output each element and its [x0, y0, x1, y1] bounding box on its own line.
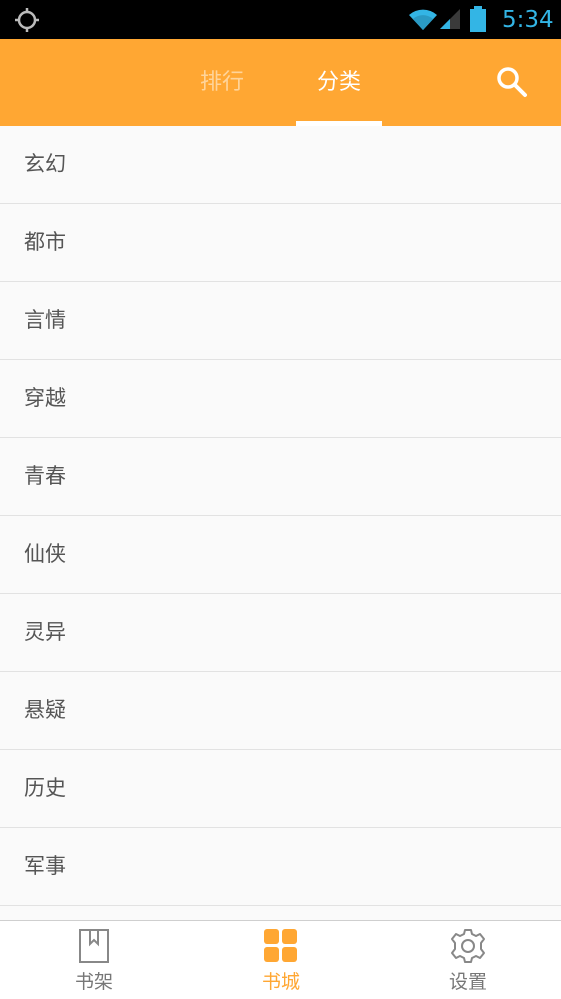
status-time: 5:34 [502, 7, 554, 33]
category-item[interactable]: 言情 [0, 282, 561, 360]
signal-icon [440, 9, 460, 29]
bottom-navigation: 书架 书城 设置 [0, 920, 561, 999]
nav-settings-label: 设置 [448, 971, 487, 993]
status-bar: 5:34 [0, 0, 561, 39]
search-icon[interactable] [494, 64, 530, 100]
tab-category[interactable]: 分类 [296, 39, 382, 126]
category-item[interactable]: 灵异 [0, 594, 561, 672]
gps-icon [15, 8, 39, 32]
nav-bookshelf[interactable]: 书架 [34, 921, 154, 999]
category-item[interactable]: 穿越 [0, 360, 561, 438]
nav-bookstore[interactable]: 书城 [221, 921, 341, 999]
category-item[interactable]: 青春 [0, 438, 561, 516]
category-item[interactable]: 玄幻 [0, 126, 561, 204]
top-app-bar: 排行 分类 [0, 39, 561, 126]
category-item[interactable]: 军事 [0, 828, 561, 906]
tab-ranking[interactable]: 排行 [186, 39, 258, 126]
category-item[interactable]: 都市 [0, 204, 561, 282]
nav-bookshelf-label: 书架 [74, 971, 113, 993]
bookshelf-icon [79, 929, 109, 963]
category-item[interactable]: 历史 [0, 750, 561, 828]
wifi-icon [409, 9, 437, 30]
category-item[interactable]: 悬疑 [0, 672, 561, 750]
bookstore-grid-icon [264, 929, 297, 962]
settings-gear-icon [451, 929, 485, 963]
nav-settings[interactable]: 设置 [408, 921, 528, 999]
battery-icon [470, 6, 486, 32]
category-item[interactable]: 仙侠 [0, 516, 561, 594]
nav-bookstore-label: 书城 [261, 971, 300, 993]
category-list: 玄幻 都市 言情 穿越 青春 仙侠 灵异 悬疑 历史 军事 [0, 126, 561, 906]
